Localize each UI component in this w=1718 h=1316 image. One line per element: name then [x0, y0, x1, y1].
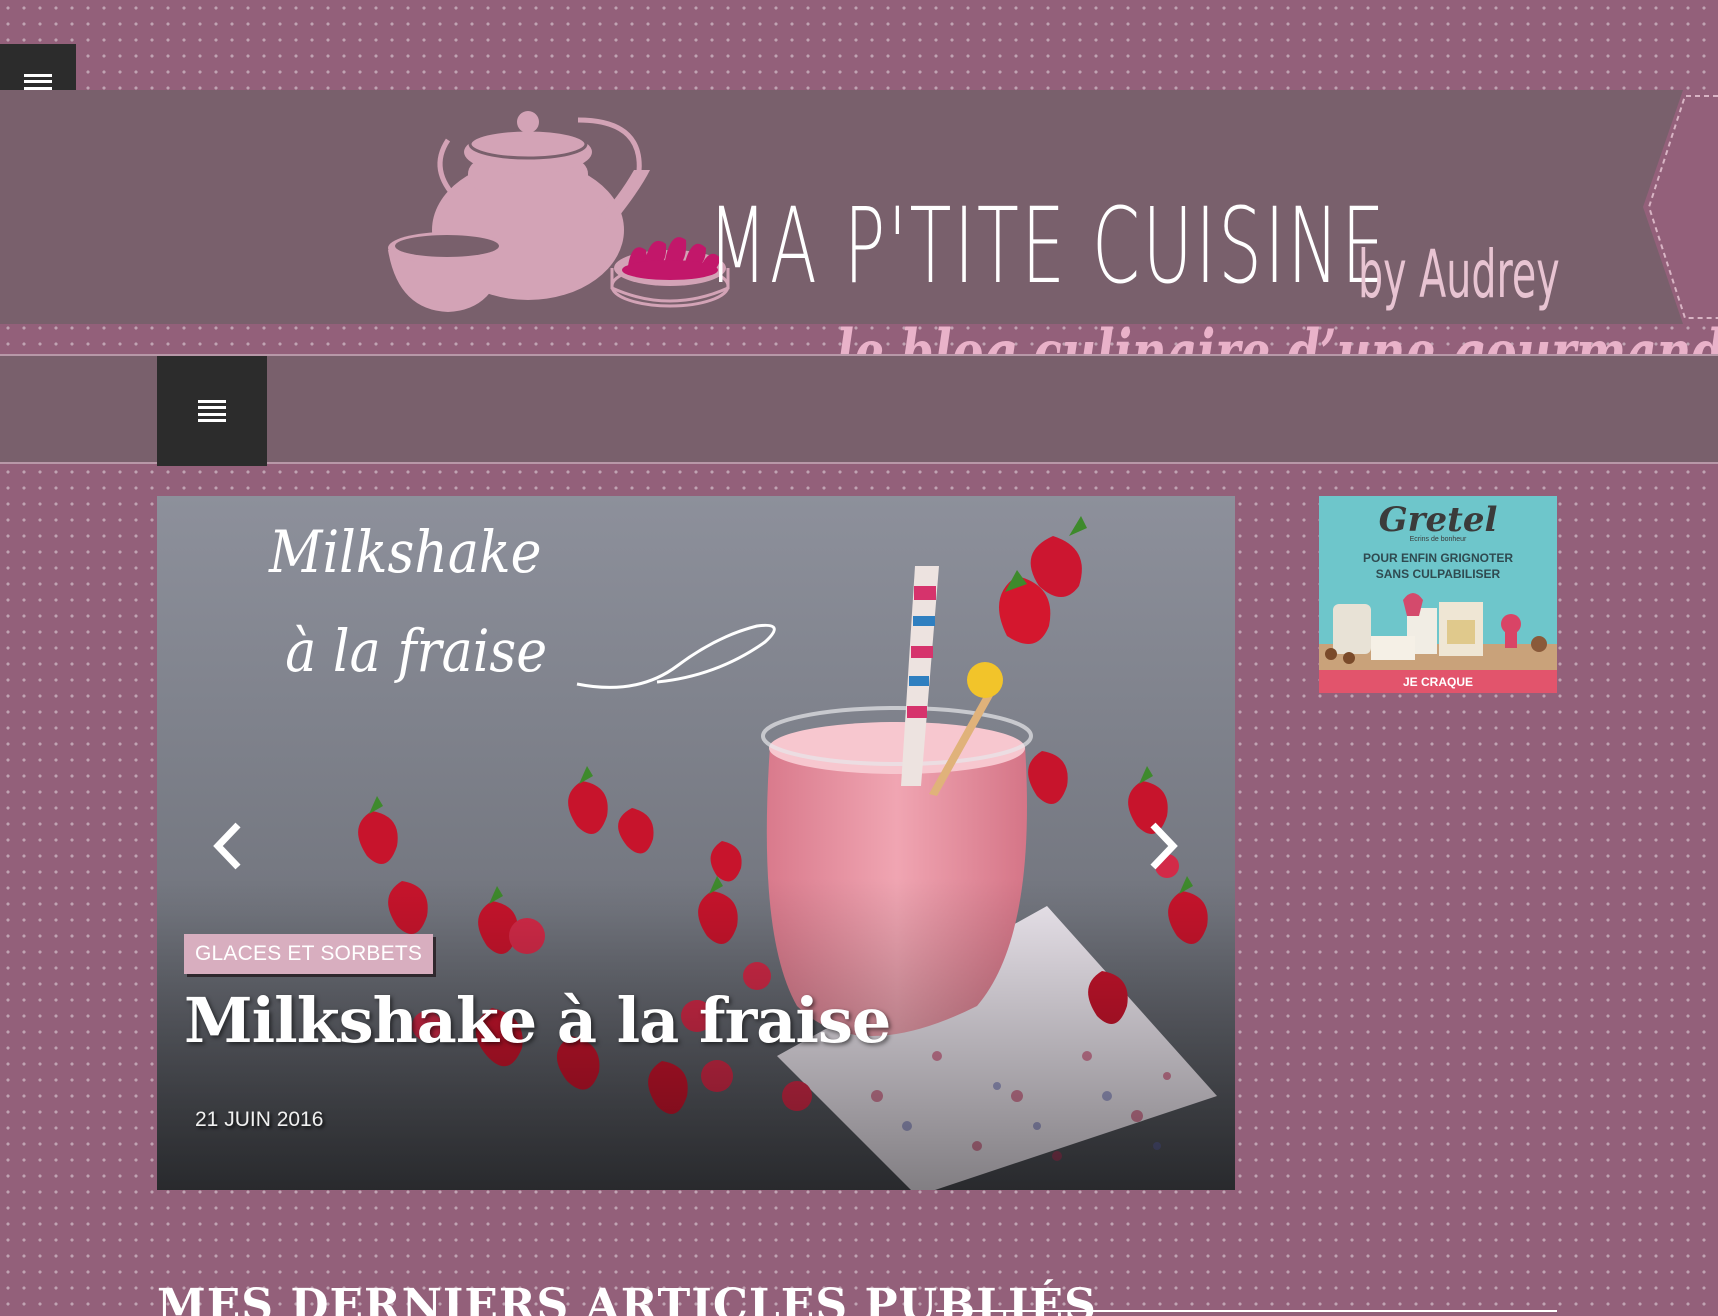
site-title: MA P'TITE CUISINE	[708, 185, 1388, 307]
slide-image-caption-line2: à la fraise	[285, 616, 548, 685]
main-menu-button[interactable]	[157, 356, 267, 466]
chevron-left-icon	[213, 822, 241, 870]
main-navigation-bar	[0, 356, 1718, 466]
ad-product-image	[1319, 593, 1557, 670]
site-header-banner: MA P'TITE CUISINE by Audrey le blog culi…	[0, 90, 1718, 386]
featured-post-title[interactable]: Milkshake à la fraise	[184, 984, 891, 1057]
sidebar-advertisement[interactable]: Gretel Ecrins de bonheur POUR ENFIN GRIG…	[1319, 496, 1557, 693]
slider-prev-button[interactable]	[197, 816, 257, 876]
ad-headline: POUR ENFIN GRIGNOTER SANS CULPABILISER	[1319, 551, 1557, 582]
featured-post-date: 21 JUIN 2016	[195, 1108, 324, 1131]
menu-icon	[198, 400, 226, 422]
slide-image-caption: Milkshake à la fraise	[269, 516, 547, 687]
ad-brand-logo: Gretel	[1378, 500, 1498, 540]
post-category-badge[interactable]: GLACES ET SORBETS	[184, 934, 434, 974]
ad-headline-line2: SANS CULPABILISER	[1375, 566, 1501, 581]
featured-post-slider[interactable]: Milkshake à la fraise GLACES ET SORBETS …	[157, 496, 1235, 1190]
slide-image-caption-line1: Milkshake	[269, 518, 542, 586]
slider-next-button[interactable]	[1134, 816, 1194, 876]
teapot-logo-icon	[388, 111, 730, 312]
ad-brand-subtitle: Ecrins de bonheur	[1409, 536, 1467, 543]
latest-articles-divider	[936, 1310, 1557, 1312]
ad-headline-line1: POUR ENFIN GRIGNOTER	[1362, 551, 1513, 565]
chevron-right-icon	[1150, 822, 1178, 870]
site-byline: by Audrey	[1358, 236, 1560, 313]
ad-cta-button[interactable]: JE CRAQUE	[1319, 670, 1557, 693]
banner-ribbon-end	[1643, 90, 1718, 324]
